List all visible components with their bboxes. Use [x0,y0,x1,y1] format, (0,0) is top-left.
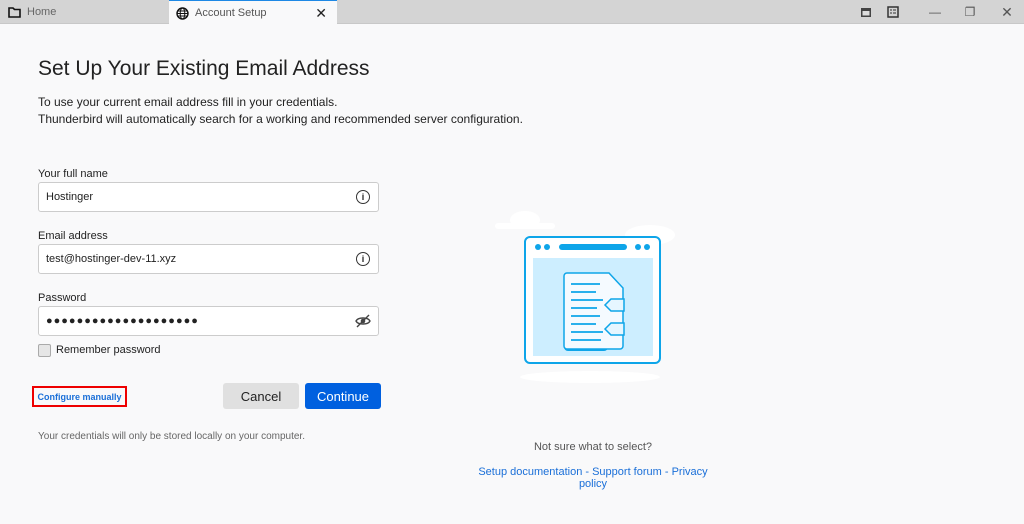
calendar-icon[interactable] [857,0,875,24]
tab-bar: Home Account Setup ✕ — ❐ ✕ [0,0,1024,25]
separator: - [582,466,593,478]
tab-label: Home [27,6,57,18]
tab-label: Account Setup [195,7,267,19]
intro-line: To use your current email address fill i… [38,95,338,109]
password-value: ●●●●●●●●●●●●●●●●●●●● [46,315,199,327]
tasks-icon[interactable] [884,0,902,24]
full-name-label: Your full name [38,168,108,180]
full-name-input[interactable]: Hostinger i [38,182,379,212]
password-label: Password [38,292,87,304]
info-icon[interactable]: i [356,190,370,204]
restore-icon[interactable]: ❐ [955,0,985,24]
close-tab-icon[interactable]: ✕ [315,5,327,22]
intro-text: To use your current email address fill i… [38,94,523,128]
tab-account-setup[interactable]: Account Setup ✕ [169,0,337,25]
minimize-icon[interactable]: — [920,0,950,24]
folder-icon [7,5,21,19]
support-forum-link[interactable]: Support forum [592,466,662,478]
page-title: Set Up Your Existing Email Address [38,57,370,80]
remember-password-label[interactable]: Remember password [56,344,161,356]
email-value: test@hostinger-dev-11.xyz [46,253,177,265]
setup-documentation-link[interactable]: Setup documentation [478,466,582,478]
separator: - [661,466,672,478]
document-illustration [485,205,705,390]
email-label: Email address [38,230,108,242]
cancel-button[interactable]: Cancel [223,383,299,409]
info-icon[interactable]: i [356,252,370,266]
close-icon[interactable]: ✕ [992,0,1022,24]
password-input[interactable]: ●●●●●●●●●●●●●●●●●●●● [38,306,379,336]
configure-manually-link[interactable]: Configure manually [32,386,127,407]
continue-button[interactable]: Continue [305,383,381,409]
full-name-value: Hostinger [46,191,94,203]
credentials-note: Your credentials will only be stored loc… [38,431,305,442]
tab-home[interactable]: Home [7,0,56,24]
eye-slash-icon[interactable] [355,314,371,331]
help-links: Setup documentation - Support forum - Pr… [463,466,723,490]
help-question: Not sure what to select? [533,441,652,453]
globe-icon [175,6,189,20]
email-input[interactable]: test@hostinger-dev-11.xyz i [38,244,379,274]
intro-line: Thunderbird will automatically search fo… [38,112,523,126]
remember-password-checkbox[interactable] [38,344,51,357]
